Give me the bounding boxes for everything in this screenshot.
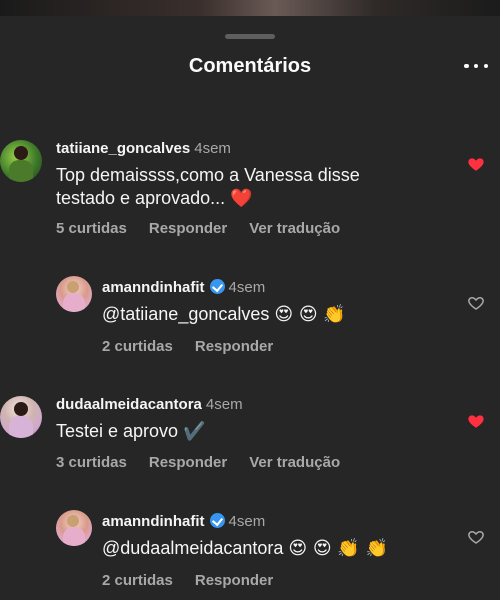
translate-button[interactable]: Ver tradução	[249, 220, 340, 237]
likes-count[interactable]: 5 curtidas	[56, 220, 127, 237]
reply-button[interactable]: Responder	[195, 572, 273, 589]
mention-link[interactable]: @tatiiane_goncalves	[102, 304, 269, 324]
comment-text: Testei e aprovo ✔️	[56, 421, 206, 442]
likes-count[interactable]: 2 curtidas	[102, 338, 173, 355]
likes-count[interactable]: 3 curtidas	[56, 454, 127, 471]
comment-text: @dudaalmeidacantora 😍 😍 👏 👏	[102, 537, 388, 560]
emoji-group: 😍 😍 👏	[274, 304, 346, 325]
comment-time: 4sem	[194, 140, 231, 157]
video-preview-strip	[0, 0, 500, 16]
more-options-icon[interactable]	[464, 55, 488, 77]
translate-button[interactable]: Ver tradução	[249, 454, 340, 471]
heart-icon[interactable]	[467, 412, 485, 430]
comment-time: 4sem	[228, 513, 266, 530]
emoji-group: 😍 😍 👏 👏	[288, 538, 388, 559]
reply-button[interactable]: Responder	[149, 454, 227, 471]
verified-badge-icon	[209, 279, 225, 294]
check-mark-emoji: ✔️	[183, 421, 206, 442]
page-title: Comentários	[188, 55, 312, 77]
avatar[interactable]	[0, 140, 42, 182]
comment-username[interactable]: dudaalmeidacantora	[56, 396, 202, 413]
comment-text: @tatiiane_goncalves 😍 😍 👏	[102, 303, 346, 326]
heart-icon[interactable]	[467, 155, 485, 173]
avatar[interactable]	[56, 510, 92, 546]
heart-outline-icon[interactable]	[467, 528, 485, 546]
heart-outline-icon[interactable]	[467, 294, 485, 312]
comment-username[interactable]: amanndinhafit	[102, 279, 205, 296]
comment-time: 4sem	[228, 279, 266, 296]
reply-button[interactable]: Responder	[149, 220, 227, 237]
comment-username[interactable]: amanndinhafit	[102, 513, 205, 530]
comment-text: Top demaissss,como a Vanessa disse testa…	[56, 165, 360, 209]
likes-count[interactable]: 2 curtidas	[102, 572, 173, 589]
verified-badge-icon	[209, 513, 225, 528]
comment-time: 4sem	[205, 396, 243, 413]
avatar[interactable]	[56, 276, 92, 312]
avatar[interactable]	[0, 396, 42, 438]
red-heart-emoji: ❤️	[230, 188, 253, 209]
mention-link[interactable]: @dudaalmeidacantora	[102, 538, 283, 558]
comment-username[interactable]: tatiiane_goncalves	[56, 140, 190, 157]
drag-handle[interactable]	[225, 34, 275, 39]
reply-button[interactable]: Responder	[195, 338, 273, 355]
